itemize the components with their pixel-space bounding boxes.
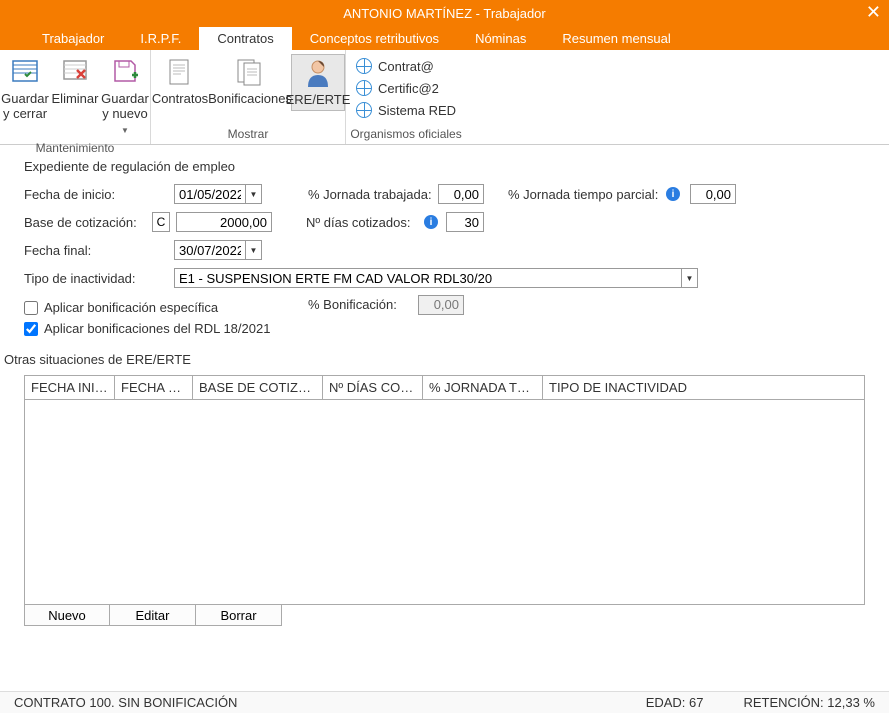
label-aplicar-bonif-rdl: Aplicar bonificaciones del RDL 18/2021 [44, 321, 270, 336]
aplicar-bonif-espec-checkbox[interactable] [24, 301, 38, 315]
tab-resumen[interactable]: Resumen mensual [544, 27, 688, 50]
chevron-down-icon: ▼ [121, 126, 129, 135]
group-label-organismos: Organismos oficiales [346, 125, 466, 144]
fecha-inicio-input[interactable] [174, 184, 246, 204]
pct-jornada-parcial-input[interactable] [690, 184, 736, 204]
delete-icon [59, 56, 91, 88]
tab-trabajador[interactable]: Trabajador [24, 27, 122, 50]
th-fecha-inicio[interactable]: FECHA INICIO [25, 376, 115, 399]
status-bar: CONTRATO 100. SIN BONIFICACIÓN EDAD: 67 … [0, 691, 889, 713]
link-contrata[interactable]: Contrat@ [356, 58, 456, 74]
ere-erte-button[interactable]: ERE/ERTE [291, 54, 345, 111]
tab-nominas[interactable]: Nóminas [457, 27, 544, 50]
base-cotizacion-input[interactable] [176, 212, 272, 232]
guardar-cerrar-button[interactable]: Guardar y cerrar [0, 54, 50, 124]
tipo-inactividad-dropdown[interactable]: ▼ [682, 268, 698, 288]
tab-conceptos[interactable]: Conceptos retributivos [292, 27, 457, 50]
label-fecha-inicio: Fecha de inicio: [24, 187, 174, 202]
table-title: Otras situaciones de ERE/ERTE [4, 352, 865, 367]
eliminar-button[interactable]: Eliminar [50, 54, 100, 109]
info-icon[interactable]: i [424, 215, 438, 229]
base-cotizacion-c-button[interactable]: C [152, 212, 170, 232]
nuevo-button[interactable]: Nuevo [24, 604, 110, 626]
dias-cotizados-input[interactable] [446, 212, 484, 232]
borrar-button[interactable]: Borrar [196, 604, 282, 626]
group-mostrar: Contratos Bonificaciones ERE/ERTE Mostra… [151, 50, 346, 144]
fecha-final-input[interactable] [174, 240, 246, 260]
tab-irpf[interactable]: I.R.P.F. [122, 27, 199, 50]
title-bar: ANTONIO MARTÍNEZ - Trabajador ✕ [0, 0, 889, 27]
section-title: Expediente de regulación de empleo [24, 159, 865, 174]
content-area: Expediente de regulación de empleo Fecha… [0, 145, 889, 626]
bonificaciones-button[interactable]: Bonificaciones [209, 54, 291, 109]
table-header: FECHA INICIO FECHA FIN BASE DE COTIZACIÓ… [25, 376, 864, 400]
status-edad: EDAD: 67 [646, 695, 704, 710]
globe-icon [356, 102, 372, 118]
editar-button[interactable]: Editar [110, 604, 196, 626]
close-icon[interactable]: ✕ [866, 2, 881, 23]
contratos-button[interactable]: Contratos [151, 54, 209, 109]
th-base[interactable]: BASE DE COTIZACIÓN [193, 376, 323, 399]
status-contrato: CONTRATO 100. SIN BONIFICACIÓN [14, 695, 237, 710]
pct-jornada-trab-input[interactable] [438, 184, 484, 204]
fecha-inicio-dropdown[interactable]: ▼ [246, 184, 262, 204]
situaciones-table: FECHA INICIO FECHA FIN BASE DE COTIZACIÓ… [24, 375, 865, 605]
tipo-inactividad-select[interactable] [174, 268, 682, 288]
label-pct-bonificacion: % Bonificación: [308, 297, 418, 312]
globe-icon [356, 80, 372, 96]
th-jornada[interactable]: % JORNADA TRAB... [423, 376, 543, 399]
group-label-mostrar: Mostrar [151, 125, 345, 144]
label-aplicar-bonif-espec: Aplicar bonificación específica [44, 300, 218, 315]
th-fecha-fin[interactable]: FECHA FIN [115, 376, 193, 399]
label-pct-jornada-trab: % Jornada trabajada: [308, 187, 438, 202]
guardar-nuevo-button[interactable]: Guardar y nuevo ▼ [100, 54, 150, 139]
save-close-icon [9, 56, 41, 88]
main-tabs: Trabajador I.R.P.F. Contratos Conceptos … [0, 27, 889, 50]
label-fecha-final: Fecha final: [24, 243, 174, 258]
link-sistema-red[interactable]: Sistema RED [356, 102, 456, 118]
label-dias-cotizados: Nº días cotizados: [306, 215, 424, 230]
person-icon [302, 57, 334, 89]
aplicar-bonif-rdl-checkbox[interactable] [24, 322, 38, 336]
link-certifica[interactable]: Certific@2 [356, 80, 456, 96]
group-label-mantenimiento: Mantenimiento [0, 139, 150, 158]
info-icon[interactable]: i [666, 187, 680, 201]
label-base-cotizacion: Base de cotización: [24, 215, 152, 230]
th-tipo[interactable]: TIPO DE INACTIVIDAD [543, 376, 864, 399]
contract-doc-icon [164, 56, 196, 88]
group-mantenimiento: Guardar y cerrar Eliminar Guardar y nuev… [0, 50, 151, 144]
window-title: ANTONIO MARTÍNEZ - Trabajador [343, 6, 546, 21]
tab-contratos[interactable]: Contratos [199, 27, 291, 50]
status-retencion: RETENCIÓN: 12,33 % [744, 695, 876, 710]
th-dias[interactable]: Nº DÍAS COTIZ... [323, 376, 423, 399]
pct-bonificacion-input [418, 295, 464, 315]
save-new-icon [109, 56, 141, 88]
bonus-doc-icon [234, 56, 266, 88]
ribbon: Guardar y cerrar Eliminar Guardar y nuev… [0, 50, 889, 145]
label-pct-jornada-parcial: % Jornada tiempo parcial: [508, 187, 666, 202]
label-tipo-inactividad: Tipo de inactividad: [24, 271, 174, 286]
fecha-final-dropdown[interactable]: ▼ [246, 240, 262, 260]
group-organismos: Contrat@ Certific@2 Sistema RED Organism… [346, 50, 466, 144]
globe-icon [356, 58, 372, 74]
